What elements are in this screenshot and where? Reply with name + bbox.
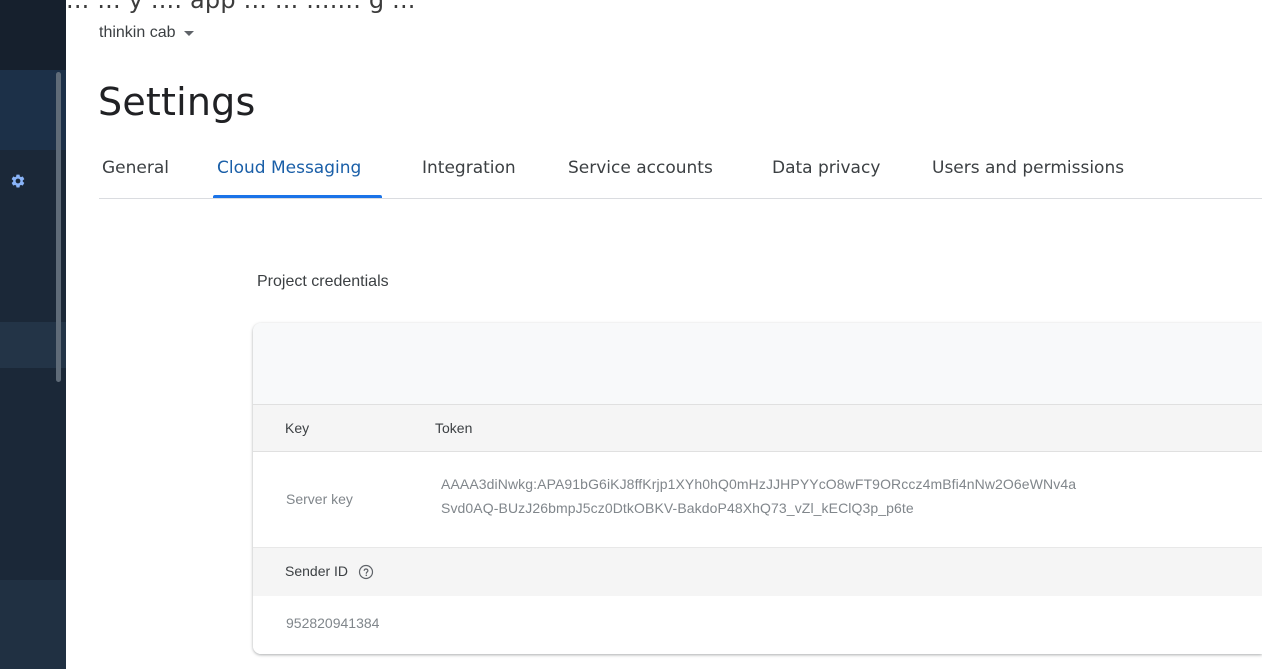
column-header-key: Key bbox=[285, 420, 310, 436]
sender-id-label: Sender ID bbox=[285, 563, 349, 579]
section-title: Project credentials bbox=[257, 273, 389, 290]
help-icon[interactable] bbox=[358, 564, 374, 580]
tab-users-and-permissions[interactable]: Users and permissions bbox=[932, 158, 1124, 198]
token-line-1: AAAA3diNwkg:APA91bG6iKJ8ffKrjp1XYh0hQ0mH… bbox=[441, 476, 1077, 492]
top-caption-text: ... ... y .... app ... ... ....... g ... bbox=[66, 0, 416, 14]
active-tab-indicator bbox=[213, 195, 382, 198]
sidebar-top-band bbox=[0, 0, 66, 70]
tab-cloud-messaging[interactable]: Cloud Messaging bbox=[217, 158, 361, 198]
sidebar-scrollbar[interactable] bbox=[56, 72, 61, 382]
page-title: Settings bbox=[98, 80, 256, 124]
tab-data-privacy[interactable]: Data privacy bbox=[772, 158, 880, 198]
sender-id-label-wrap: Sender ID bbox=[285, 563, 374, 580]
sender-id-value[interactable]: 952820941384 bbox=[286, 615, 379, 631]
sender-id-header-row: Sender ID bbox=[253, 547, 1262, 597]
sender-id-row: 952820941384 bbox=[253, 596, 1262, 654]
sidebar bbox=[0, 0, 66, 669]
credentials-card: Key Token Server key AAAA3diNwkg:APA91bG… bbox=[253, 323, 1262, 654]
server-key-token[interactable]: AAAA3diNwkg:APA91bG6iKJ8ffKrjp1XYh0hQ0mH… bbox=[441, 472, 1262, 520]
table-row-server-key: Server key AAAA3diNwkg:APA91bG6iKJ8ffKrj… bbox=[253, 452, 1262, 547]
card-header bbox=[253, 323, 1262, 405]
server-key-label: Server key bbox=[286, 491, 353, 507]
project-name: thinkin cab bbox=[99, 24, 176, 41]
gear-icon bbox=[11, 174, 25, 188]
settings-tabs: General Cloud Messaging Integration Serv… bbox=[99, 158, 1262, 199]
token-line-2: Svd0AQ-BUzJ26bmpJ5cz0DtkOBKV-BakdoP48XhQ… bbox=[441, 500, 914, 516]
column-header-token: Token bbox=[435, 420, 473, 436]
caret-down-icon bbox=[183, 30, 194, 36]
tab-service-accounts[interactable]: Service accounts bbox=[568, 158, 713, 198]
tab-general[interactable]: General bbox=[102, 158, 169, 198]
project-switcher[interactable]: thinkin cab bbox=[99, 24, 194, 42]
sidebar-bottom-band bbox=[0, 580, 66, 669]
tab-integration[interactable]: Integration bbox=[422, 158, 516, 198]
table-header-row: Key Token bbox=[253, 405, 1262, 452]
